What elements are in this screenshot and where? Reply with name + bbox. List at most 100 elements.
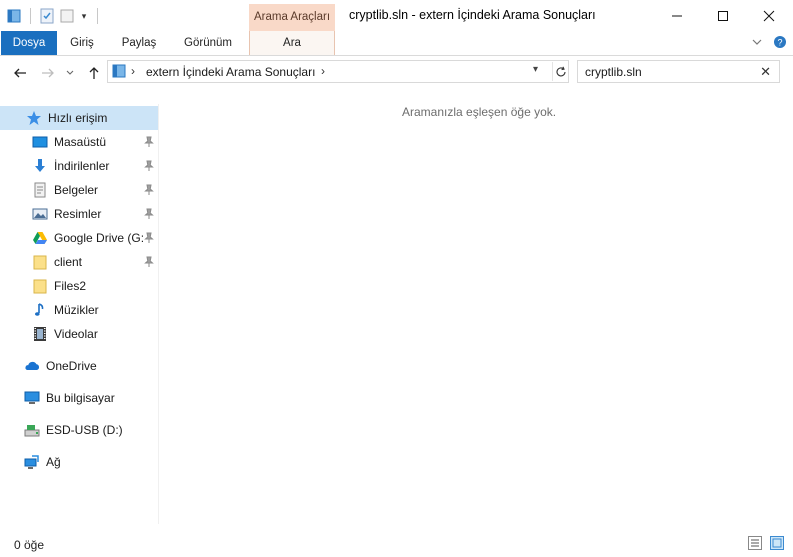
nav-quick-access[interactable]: Hızlı erişim: [0, 106, 158, 130]
properties-icon[interactable]: [39, 8, 55, 24]
address-dropdown-icon[interactable]: ▾: [533, 64, 538, 75]
nav-item-label: Google Drive (G:: [54, 231, 143, 245]
breadcrumb-chevron-end-icon[interactable]: ›: [321, 64, 325, 78]
back-button[interactable]: [10, 63, 30, 83]
nav-item-label: Resimler: [54, 207, 102, 221]
tab-file[interactable]: Dosya: [1, 31, 57, 55]
desktop-icon: [32, 134, 48, 150]
nav-item-files2[interactable]: Files2: [32, 274, 152, 298]
music-icon: [32, 302, 48, 318]
nav-network[interactable]: Ağ: [24, 450, 154, 474]
tab-home[interactable]: Giriş: [62, 31, 102, 55]
search-value: cryptlib.sln: [585, 65, 642, 79]
maximize-icon: [718, 10, 728, 21]
recent-locations-button[interactable]: [63, 63, 77, 83]
pin-icon[interactable]: [143, 232, 155, 244]
breadcrumb-current[interactable]: extern İçindeki Arama Sonuçları: [146, 65, 315, 79]
tab-view[interactable]: Görünüm: [176, 31, 240, 55]
pane-divider[interactable]: [158, 104, 159, 524]
pin-icon[interactable]: [143, 160, 155, 172]
expand-ribbon-icon[interactable]: [751, 36, 763, 48]
up-arrow-icon: [89, 67, 99, 79]
star-icon: [26, 110, 42, 126]
forward-arrow-icon: [42, 68, 54, 78]
status-item-count: 0 öğe: [14, 538, 45, 552]
nav-item-pictures[interactable]: Resimler: [32, 202, 152, 226]
nav-this-pc-label: Bu bilgisayar: [46, 391, 115, 405]
tab-share[interactable]: Paylaş: [114, 31, 164, 55]
address-row: › extern İçindeki Arama Sonuçları › ▾ cr…: [0, 57, 793, 88]
folder-icon: [32, 278, 48, 294]
new-folder-icon[interactable]: [59, 8, 75, 24]
documents-icon: [32, 182, 48, 198]
nav-usb-drive-label: ESD-USB (D:): [46, 423, 123, 437]
qat-customize-dropdown[interactable]: ▾: [79, 11, 89, 22]
nav-item-label: Videolar: [54, 327, 98, 341]
nav-network-label: Ağ: [46, 455, 61, 469]
pictures-icon: [32, 206, 48, 222]
pin-icon[interactable]: [143, 184, 155, 196]
large-icons-view-icon: [772, 538, 782, 548]
pin-icon[interactable]: [143, 136, 155, 148]
search-results-folder-icon: [112, 64, 126, 78]
refresh-icon: [556, 66, 566, 76]
no-results-message: Aramanızla eşleşen öğe yok.: [402, 105, 557, 119]
pin-icon[interactable]: [143, 208, 155, 220]
help-icon[interactable]: ?: [773, 35, 787, 49]
pin-icon[interactable]: [143, 256, 155, 268]
minimize-button[interactable]: [654, 0, 700, 31]
nav-item-music[interactable]: Müzikler: [32, 298, 152, 322]
view-switcher: [748, 536, 784, 550]
computer-icon: [24, 390, 40, 406]
nav-item-label: Belgeler: [54, 183, 99, 197]
nav-item-client[interactable]: client: [32, 250, 152, 274]
up-button[interactable]: [84, 63, 104, 83]
nav-item-videos[interactable]: Videolar: [32, 322, 152, 346]
nav-item-documents[interactable]: Belgeler: [32, 178, 152, 202]
svg-text:?: ?: [777, 38, 782, 48]
minimize-icon: [672, 15, 682, 16]
videos-icon: [32, 326, 48, 342]
nav-item-label: Files2: [54, 279, 87, 293]
forward-button[interactable]: [38, 63, 58, 83]
google-drive-icon: [32, 230, 48, 246]
nav-onedrive-label: OneDrive: [46, 359, 97, 373]
back-arrow-icon: [14, 68, 26, 78]
nav-item-google-drive[interactable]: Google Drive (G:: [32, 226, 143, 250]
breadcrumb-chevron-icon[interactable]: ›: [131, 64, 135, 78]
quick-access-toolbar: ▾: [6, 6, 102, 26]
folder-icon: [32, 254, 48, 270]
qat-divider: [30, 8, 31, 24]
tab-search[interactable]: Ara: [249, 31, 335, 55]
chevron-down-icon: [66, 70, 74, 75]
close-icon: [763, 10, 775, 21]
nav-onedrive[interactable]: OneDrive: [24, 354, 154, 378]
nav-usb-drive[interactable]: ESD-USB (D:): [24, 418, 154, 442]
network-icon: [24, 454, 40, 470]
nav-item-label: Masaüstü: [54, 135, 107, 149]
navigation-pane: Hızlı erişim Masaüstü İndirilenler Belge…: [0, 104, 158, 524]
nav-item-label: İndirilenler: [54, 159, 110, 173]
address-bar[interactable]: › extern İçindeki Arama Sonuçları › ▾: [107, 60, 569, 83]
window-title: cryptlib.sln - extern İçindeki Arama Son…: [349, 8, 596, 22]
nav-quick-access-label: Hızlı erişim: [48, 111, 108, 125]
search-input[interactable]: cryptlib.sln ✕: [577, 60, 780, 83]
nav-item-label: Müzikler: [54, 303, 99, 317]
search-tools-context-header: Arama Araçları: [249, 4, 335, 31]
title-bar: ▾ Arama Araçları cryptlib.sln - extern İ…: [0, 0, 793, 31]
details-view-icon: [751, 539, 759, 547]
qat-divider-2: [97, 8, 98, 24]
large-icons-view-button[interactable]: [770, 536, 784, 550]
usb-drive-icon: [24, 422, 40, 438]
details-view-button[interactable]: [748, 536, 762, 550]
nav-item-desktop[interactable]: Masaüstü: [32, 130, 152, 154]
explorer-window-icon: [6, 8, 22, 24]
download-icon: [32, 158, 48, 174]
nav-this-pc[interactable]: Bu bilgisayar: [24, 386, 154, 410]
nav-item-downloads[interactable]: İndirilenler: [32, 154, 152, 178]
refresh-button[interactable]: [552, 62, 569, 81]
maximize-button[interactable]: [700, 0, 746, 31]
clear-search-icon[interactable]: ✕: [760, 64, 771, 80]
close-window-button[interactable]: [746, 0, 792, 31]
ribbon-right-controls: ?: [751, 35, 787, 49]
